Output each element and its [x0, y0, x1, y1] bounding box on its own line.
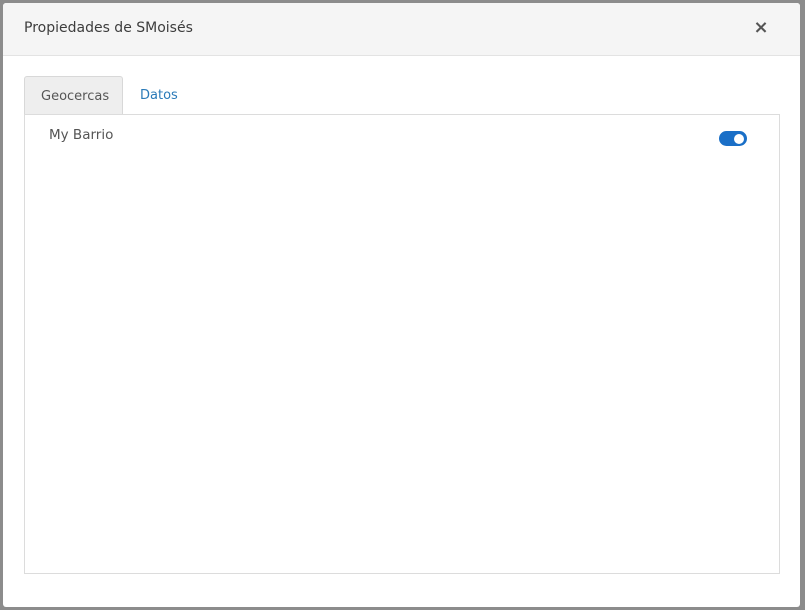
geofence-name: My Barrio — [49, 127, 114, 143]
tab-geocercas[interactable]: Geocercas — [24, 76, 123, 115]
geocercas-panel: My Barrio — [24, 114, 780, 574]
properties-dialog: Propiedades de SMoisés × Geocercas Datos… — [3, 3, 800, 607]
toggle-knob — [734, 133, 744, 144]
close-icon[interactable]: × — [750, 17, 772, 39]
dialog-title: Propiedades de SMoisés — [24, 20, 193, 36]
dialog-header: Propiedades de SMoisés × — [3, 3, 800, 56]
tab-datos[interactable]: Datos — [124, 76, 194, 115]
geofence-toggle[interactable] — [719, 131, 747, 146]
